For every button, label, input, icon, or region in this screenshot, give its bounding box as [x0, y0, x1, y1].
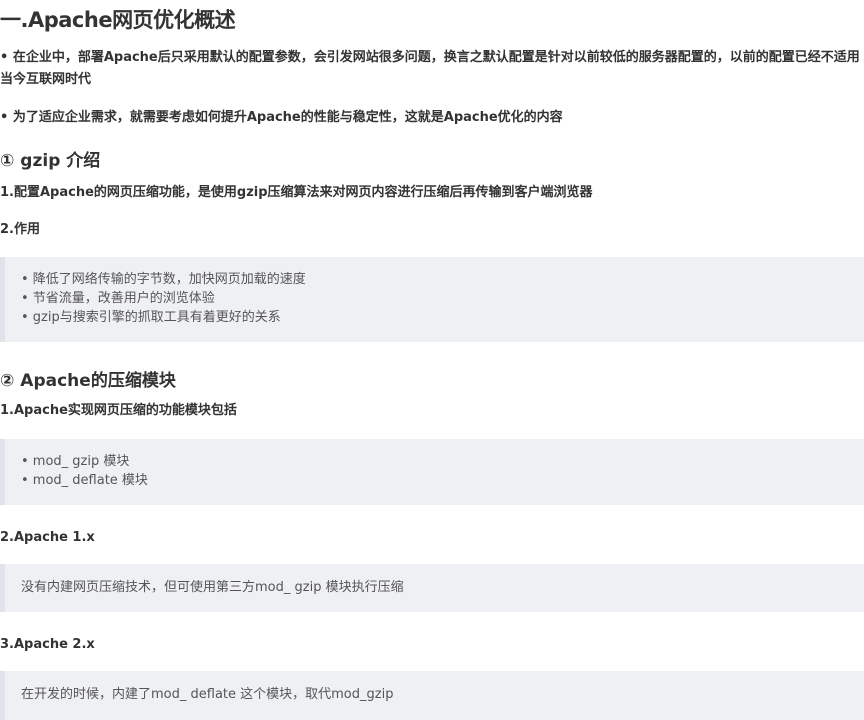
list-item: • mod_ gzip 模块 — [21, 454, 130, 469]
list-item: • mod_ deflate 模块 — [21, 473, 148, 488]
list-item: • 节省流量，改善用户的浏览体验 — [21, 291, 215, 306]
note-text: 没有内建网页压缩技术，但可使用第三方mod_ gzip 模块执行压缩 — [21, 580, 404, 595]
gzip-benefits-box: • 降低了网络传输的字节数，加快网页加载的速度 • 节省流量，改善用户的浏览体验… — [0, 257, 864, 342]
apache1-note-box: 没有内建网页压缩技术，但可使用第三方mod_ gzip 模块执行压缩 — [0, 564, 864, 612]
modules-box: • mod_ gzip 模块 • mod_ deflate 模块 — [0, 439, 864, 505]
gzip-paragraph-1: 1.配置Apache的网页压缩功能，是使用gzip压缩算法来对网页内容进行压缩后… — [0, 185, 593, 200]
modules-paragraph-1: 1.Apache实现网页压缩的功能模块包括 — [0, 403, 237, 418]
list-item: • 降低了网络传输的字节数，加快网页加载的速度 — [21, 272, 306, 287]
note-text: 在开发的时候，内建了mod_ deflate 这个模块，取代mod_gzip — [21, 687, 394, 702]
page-title: 一.Apache网页优化概述 — [0, 8, 236, 32]
intro-paragraph-1: • 在企业中，部署Apache后只采用默认的配置参数，会引发网站很多问题，换言之… — [0, 50, 860, 87]
section-heading-gzip: ① gzip 介绍 — [0, 151, 101, 171]
section-heading-modules: ② Apache的压缩模块 — [0, 371, 176, 391]
intro-paragraph-2: • 为了适应企业需求，就需要考虑如何提升Apache的性能与稳定性，这就是Apa… — [0, 110, 563, 125]
gzip-paragraph-2: 2.作用 — [0, 222, 40, 237]
modules-paragraph-3: 3.Apache 2.x — [0, 637, 95, 652]
list-item: • gzip与搜索引擎的抓取工具有着更好的关系 — [21, 310, 281, 325]
apache2-note-box: 在开发的时候，内建了mod_ deflate 这个模块，取代mod_gzip — [0, 671, 864, 720]
modules-paragraph-2: 2.Apache 1.x — [0, 530, 95, 545]
